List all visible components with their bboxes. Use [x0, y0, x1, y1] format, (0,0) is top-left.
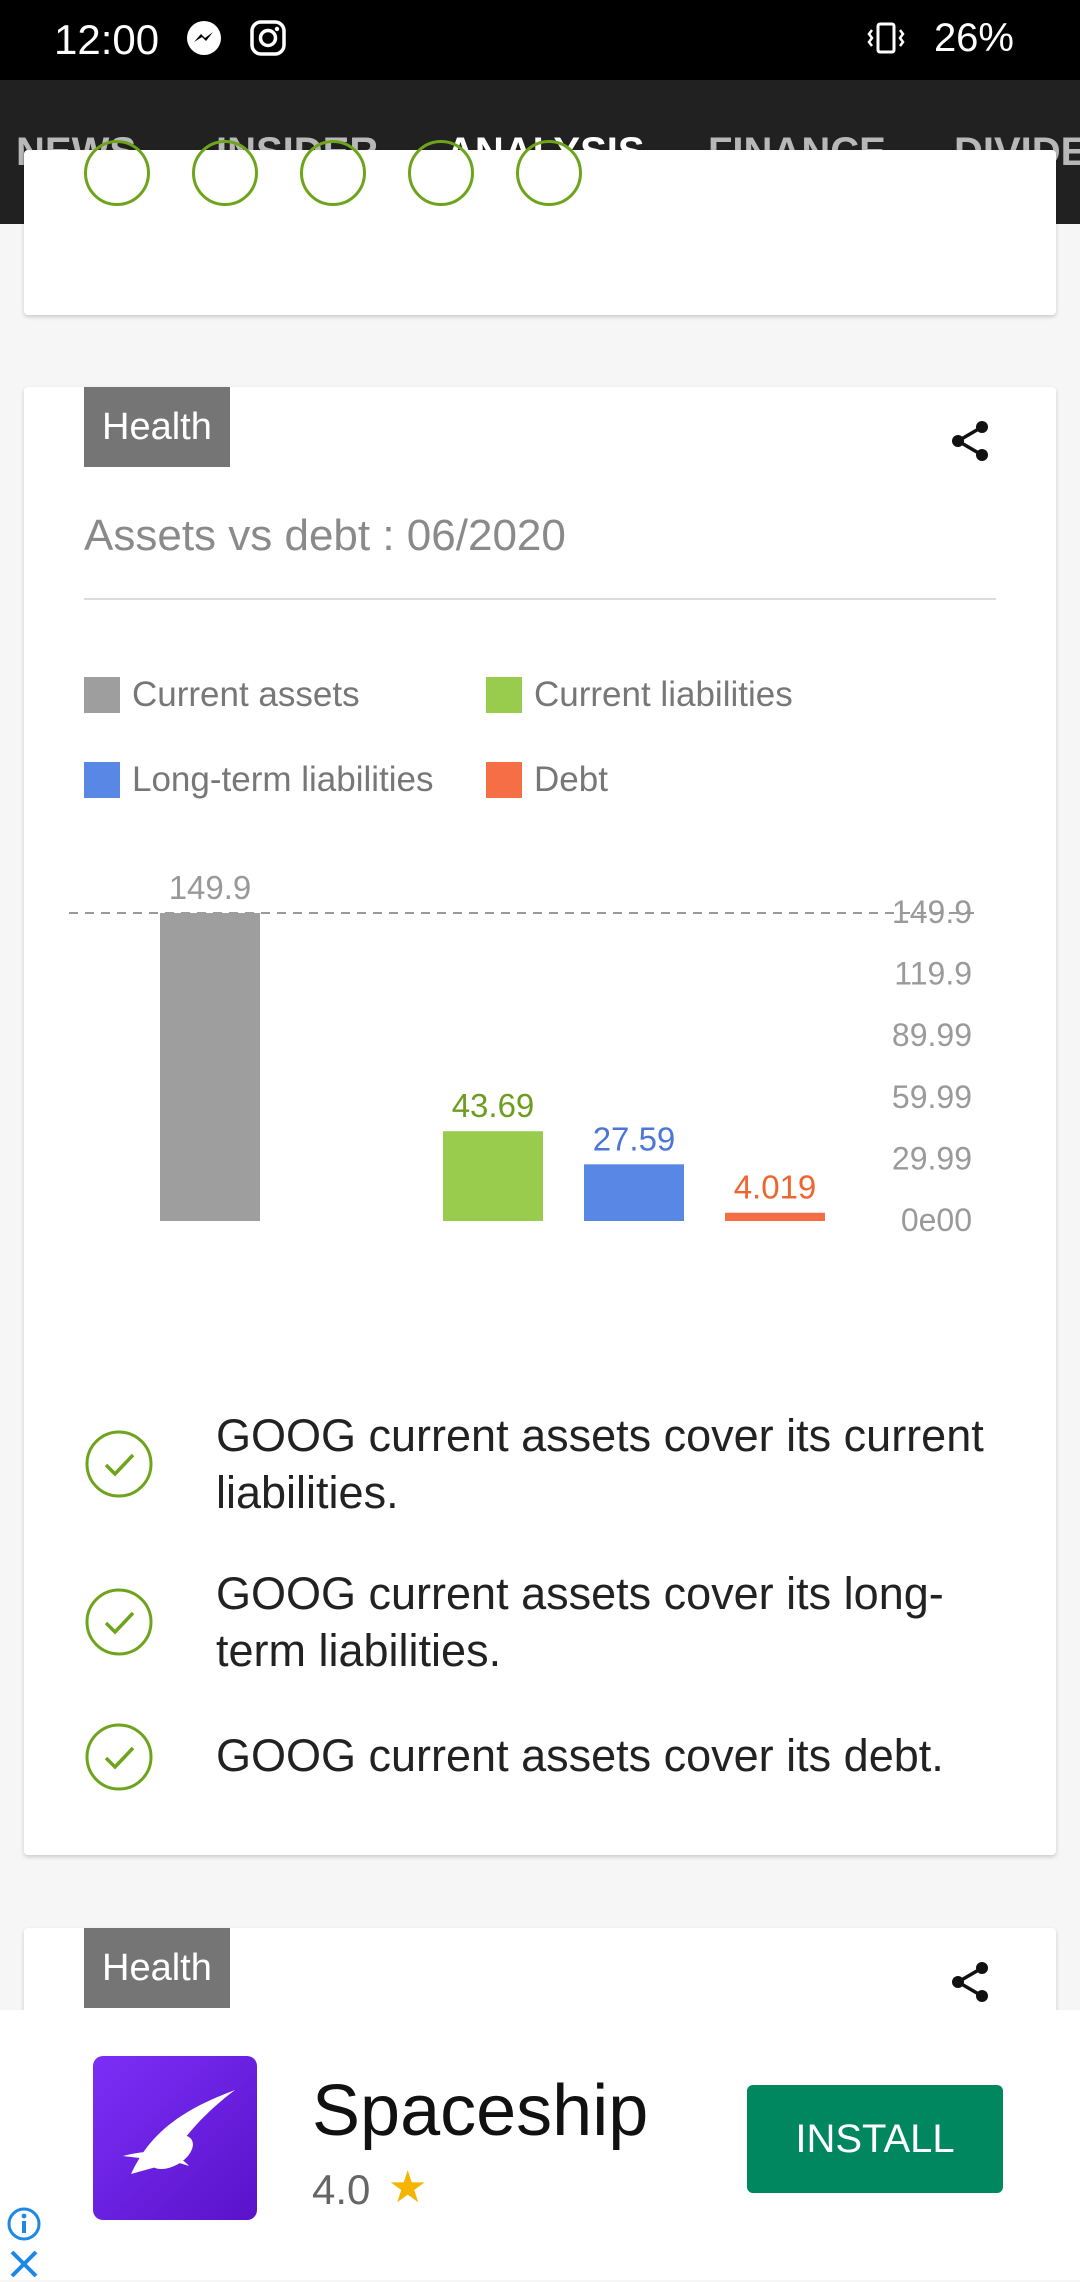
ad-rating: 4.0: [312, 2166, 371, 2213]
status-time: 12:00: [54, 16, 160, 63]
y-tick-label: 29.99: [892, 1140, 972, 1176]
bar-3: [725, 1212, 825, 1221]
y-tick-label: 59.99: [892, 1079, 972, 1115]
messenger-icon: [187, 21, 221, 55]
check-circle-icon: [300, 140, 366, 206]
share-icon[interactable]: [946, 1958, 994, 2006]
check-item: GOOG current assets cover its long-term …: [84, 1565, 1024, 1679]
bar-2: [584, 1164, 684, 1221]
y-tick-label: 89.99: [892, 1017, 972, 1053]
check-text: GOOG current assets cover its debt.: [216, 1730, 944, 1781]
y-tick-label: 0e00: [901, 1202, 972, 1238]
y-tick-label: 119.9: [894, 956, 972, 992]
check-circle-icon: [85, 1723, 153, 1791]
bar-value-label: 43.69: [452, 1087, 535, 1124]
check-item: GOOG current assets cover its debt.: [84, 1717, 1024, 1797]
bar-value-label: 4.019: [734, 1169, 817, 1206]
check-text: GOOG current assets cover its current li…: [216, 1410, 984, 1518]
ad-info-icon[interactable]: [6, 2206, 42, 2242]
check-circle-icon: [516, 140, 582, 206]
health-badge: Health: [84, 1928, 230, 2008]
check-item: GOOG current assets cover its current li…: [84, 1407, 1024, 1521]
bar-0: [160, 913, 260, 1221]
y-tick-label: 149.9: [892, 894, 972, 930]
ad-close-icon[interactable]: [6, 2246, 42, 2282]
install-button[interactable]: INSTALL: [747, 2085, 1003, 2193]
previous-card: [24, 140, 1056, 315]
star-icon: ★: [388, 2163, 428, 2212]
instagram-icon: [250, 20, 286, 56]
ad-app-name[interactable]: Spaceship: [312, 2070, 648, 2152]
vibrate-icon: [867, 22, 905, 54]
check-text: GOOG current assets cover its long-term …: [216, 1568, 944, 1676]
battery-level: 26%: [933, 16, 1014, 60]
check-circle-icon: [85, 1430, 153, 1498]
check-circle-icon: [192, 140, 258, 206]
bar-value-label: 27.59: [593, 1120, 676, 1157]
check-circle-icon: [84, 140, 150, 206]
spaceship-app-logo[interactable]: [93, 2056, 257, 2220]
assets-vs-debt-chart: 149.9 43.69 27.59 4.019 149.9 119.9 89.99 59.99…: [69, 869, 980, 1238]
status-bar: 12:00 26%: [0, 0, 1080, 80]
check-circle-icon: [85, 1588, 153, 1656]
check-circle-icon: [408, 140, 474, 206]
bar-1: [443, 1131, 543, 1221]
ad-banner[interactable]: Spaceship 4.0 ★ INSTALL: [0, 2010, 1080, 2280]
bar-value-label: 149.9: [169, 869, 252, 906]
rocket-icon: [123, 2090, 235, 2174]
health-card: Health Assets vs debt : 06/2020 Current …: [24, 387, 1056, 1855]
